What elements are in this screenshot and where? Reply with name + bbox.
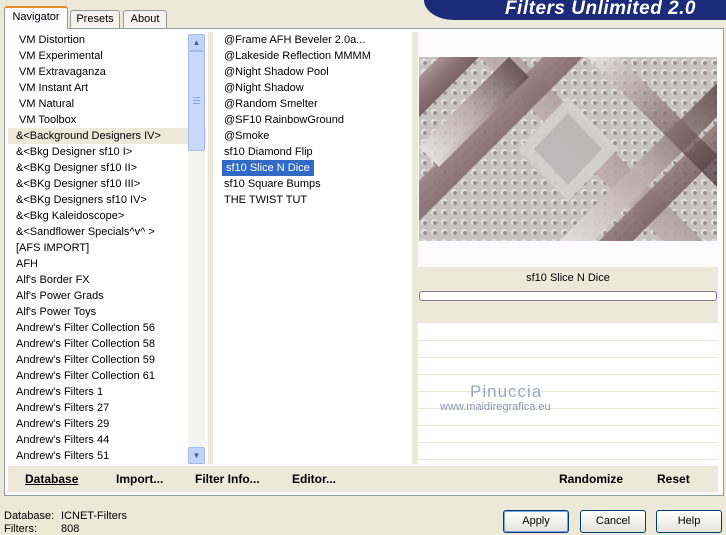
category-item[interactable]: Alf's Power Grads [8,288,206,304]
category-item[interactable]: Andrew's Filter Collection 58 [8,336,206,352]
category-item[interactable]: &<Bkg Kaleidoscope> [8,208,206,224]
filter-item[interactable]: THE TWIST TUT [214,192,412,208]
scroll-down-button[interactable]: ▼ [188,447,205,464]
filter-item[interactable]: @Night Shadow [214,80,412,96]
category-item[interactable]: VM Extravaganza [8,64,206,80]
filter-item[interactable]: sf10 Square Bumps [214,176,412,192]
filter-item[interactable]: sf10 Slice N Dice [222,160,314,176]
category-item[interactable]: Andrew's Filters 51 [8,448,206,464]
category-item[interactable]: Andrew's Filter Collection 56 [8,320,206,336]
randomize-button[interactable]: Randomize [559,472,623,486]
selected-filter-label: sf10 Slice N Dice [526,272,610,284]
category-item[interactable]: &<BKg Designers sf10 IV> [8,192,206,208]
database-value: ICNET-Filters [61,510,127,522]
database-button[interactable]: Database [25,472,78,486]
filter-info-button[interactable]: Filter Info... [195,472,260,486]
category-item[interactable]: Andrew's Filters 44 [8,432,206,448]
category-item[interactable]: Andrew's Filters 1 [8,384,206,400]
filter-item[interactable]: @Lakeside Reflection MMMM [214,48,412,64]
category-item[interactable]: &<BKg Designer sf10 II> [8,160,206,176]
scroll-up-button[interactable]: ▲ [188,34,205,51]
filter-preview [419,57,717,241]
category-item[interactable]: Andrew's Filter Collection 59 [8,352,206,368]
filter-item[interactable]: @SF10 RainbowGround [214,112,412,128]
tab-presets[interactable]: Presets [70,10,120,28]
filter-item[interactable]: @Smoke [214,128,412,144]
filters-count: 808 [61,523,80,535]
category-item[interactable]: VM Toolbox [8,112,206,128]
category-item[interactable]: &<BKg Designer sf10 III> [8,176,206,192]
scroll-thumb[interactable] [188,51,205,151]
watermark-name: Pinuccia [470,382,543,401]
filter-item[interactable]: @Night Shadow Pool [214,64,412,80]
category-scrollbar[interactable]: ▲ ▼ [188,34,205,464]
category-item[interactable]: Alf's Power Toys [8,304,206,320]
app-banner: Filters Unlimited 2.0 [424,0,726,20]
filter-item[interactable]: sf10 Diamond Flip [214,144,412,160]
splitter [208,32,213,464]
watermark-url: www.maidiregrafica.eu [440,401,551,413]
category-item[interactable]: Andrew's Filter Collection 61 [8,368,206,384]
filter-item[interactable]: @Frame AFH Beveler 2.0a... [214,32,412,48]
category-item[interactable]: Andrew's Filters 29 [8,416,206,432]
filter-parameters [418,324,718,464]
tab-navigator[interactable]: Navigator [4,6,68,29]
filters-status: Filters: 808 [4,523,80,535]
category-item[interactable]: AFH [8,256,206,272]
category-item[interactable]: &<Bkg Designer sf10 I> [8,144,206,160]
apply-button[interactable]: Apply [503,510,569,533]
category-item[interactable]: &<Background Designers IV> [8,128,206,144]
cancel-button[interactable]: Cancel [580,510,646,533]
reset-button[interactable]: Reset [657,472,690,486]
category-item[interactable]: Alf's Border FX [8,272,206,288]
filter-list[interactable]: @Frame AFH Beveler 2.0a... @Lakeside Refl… [214,32,412,464]
tab-about[interactable]: About [123,10,167,28]
editor-button[interactable]: Editor... [292,472,336,486]
database-status: Database: ICNET-Filters [4,510,127,522]
filter-name-bar: sf10 Slice N Dice [418,267,718,323]
category-item[interactable]: VM Experimental [8,48,206,64]
preview-image [419,57,717,241]
category-item[interactable]: [AFS IMPORT] [8,240,206,256]
app-title: Filters Unlimited 2.0 [504,0,696,19]
category-item[interactable]: VM Instant Art [8,80,206,96]
category-item[interactable]: VM Distortion [8,32,206,48]
category-list[interactable]: VM Distortion VM Experimental VM Extravaga… [8,32,206,464]
category-item[interactable]: VM Natural [8,96,206,112]
filter-item[interactable]: @Random Smelter [214,96,412,112]
progress-bar [419,291,717,301]
import-button[interactable]: Import... [116,472,163,486]
category-item[interactable]: &<Sandflower Specials^v^ > [8,224,206,240]
help-button[interactable]: Help [656,510,722,533]
category-item[interactable]: Andrew's Filters 27 [8,400,206,416]
